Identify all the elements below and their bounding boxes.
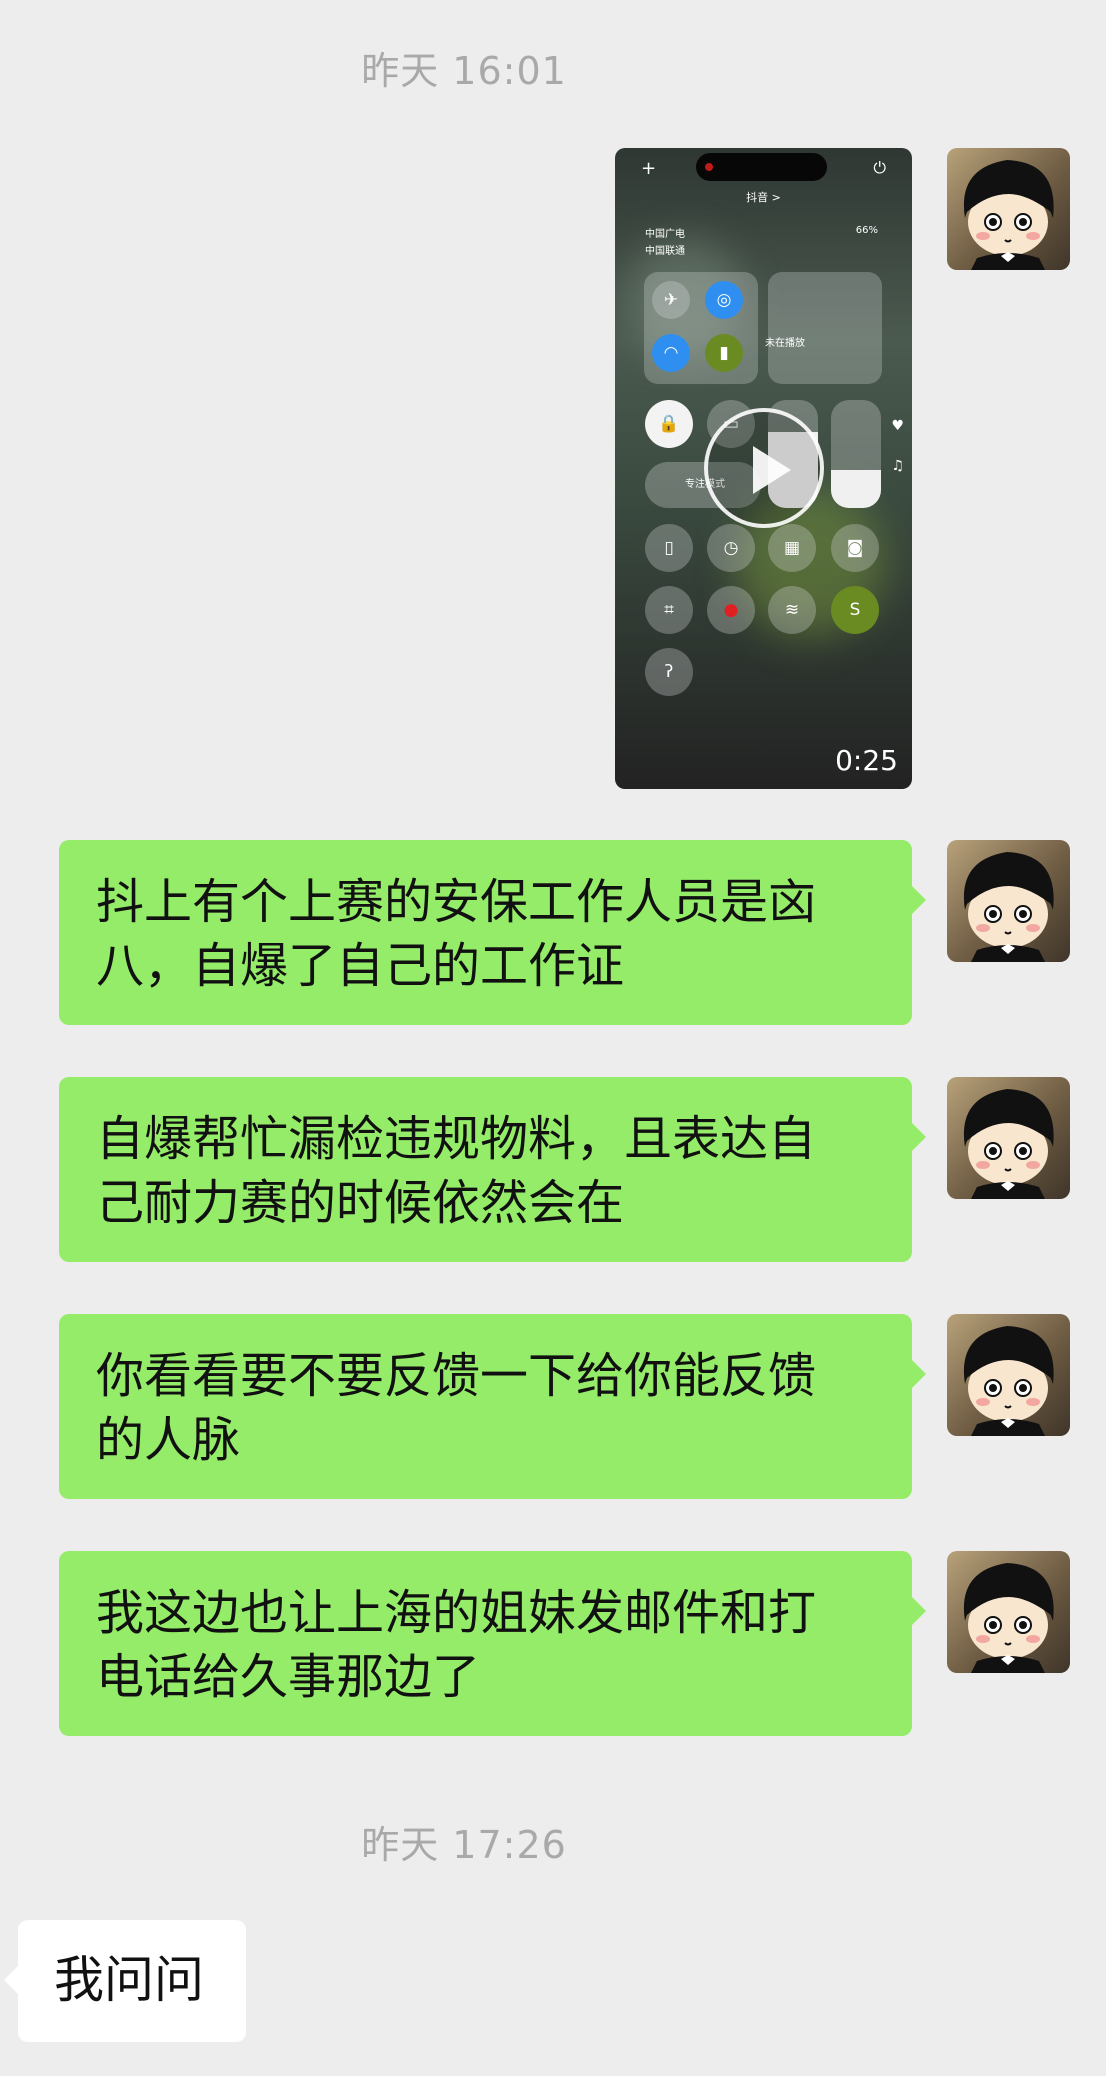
message-line: 八，自爆了自己的工作证 (96, 938, 625, 994)
hearing-icon: ʔ (645, 648, 693, 696)
timestamp: 昨天 16:01 (361, 49, 567, 93)
calculator-icon: ▦ (768, 524, 816, 572)
airplane-icon: ✈ (652, 281, 690, 319)
play-icon[interactable] (704, 408, 824, 528)
message-text: 我问问 (54, 1951, 204, 2009)
battery-label: 66% (855, 225, 878, 236)
avatar[interactable] (947, 840, 1070, 962)
message-line: 的人脉 (96, 1412, 241, 1468)
power-icon: ⏻ (873, 158, 886, 177)
message-line: 己耐力赛的时候依然会在 (96, 1175, 625, 1231)
volume-slider (831, 400, 881, 508)
video-app-label: 抖音 > (746, 191, 781, 204)
avatar[interactable] (947, 148, 1070, 270)
video-duration: 0:25 (835, 744, 898, 777)
sent-message-bubble[interactable]: 你看看要不要反馈一下给你能反馈 的人脉 (59, 1314, 926, 1499)
record-icon: ● (707, 586, 755, 634)
now-playing-label: 未在播放 (765, 338, 805, 349)
now-playing-panel (768, 272, 882, 384)
airdrop-icon: ◎ (705, 281, 743, 319)
qr-scan-icon: ⌗ (645, 586, 693, 634)
flashlight-icon: ▯ (645, 524, 693, 572)
message-line: 你看看要不要反馈一下给你能反馈 (96, 1348, 817, 1404)
message-line: 自爆帮忙漏检违规物料，且表达自 (96, 1111, 817, 1167)
camera-icon: ◙ (831, 524, 879, 572)
message-line: 电话给久事那边了 (96, 1649, 481, 1705)
plus-icon: + (641, 158, 657, 179)
chat-view[interactable]: 昨天 16:01 + ⏻ 抖音 > 中国广电 中国联通 66% ✈ ◎ ◠ ▮ … (0, 0, 1106, 2076)
cellular-icon: ▮ (705, 334, 743, 372)
timestamp: 昨天 17:26 (361, 1823, 567, 1867)
music-icon: ♫ (891, 458, 904, 474)
sent-message-bubble[interactable]: 我这边也让上海的姐妹发邮件和打 电话给久事那边了 (59, 1551, 926, 1736)
avatar[interactable] (947, 1551, 1070, 1673)
carrier-label: 中国广电 (645, 229, 685, 240)
dynamic-island (696, 153, 827, 181)
timer-icon: ◷ (707, 524, 755, 572)
carrier-label: 中国联通 (645, 246, 685, 257)
message-line: 抖上有个上赛的安保工作人员是㐫 (96, 874, 817, 930)
video-message[interactable]: + ⏻ 抖音 > 中国广电 中国联通 66% ✈ ◎ ◠ ▮ 未在播放 🔒 ▭ … (615, 148, 912, 789)
rotation-lock-icon: 🔒 (645, 400, 693, 448)
sound-recognition-icon: ≋ (768, 586, 816, 634)
sent-message-bubble[interactable]: 自爆帮忙漏检违规物料，且表达自 己耐力赛的时候依然会在 (59, 1077, 926, 1262)
shazam-icon: S (831, 586, 879, 634)
message-line: 我这边也让上海的姐妹发邮件和打 (96, 1585, 817, 1641)
received-message-bubble[interactable]: 我问问 (4, 1920, 246, 2042)
avatar[interactable] (947, 1077, 1070, 1199)
heart-icon: ♥ (891, 418, 904, 434)
sent-message-bubble[interactable]: 抖上有个上赛的安保工作人员是㐫 八，自爆了自己的工作证 (59, 840, 926, 1025)
avatar[interactable] (947, 1314, 1070, 1436)
wifi-icon: ◠ (652, 334, 690, 372)
